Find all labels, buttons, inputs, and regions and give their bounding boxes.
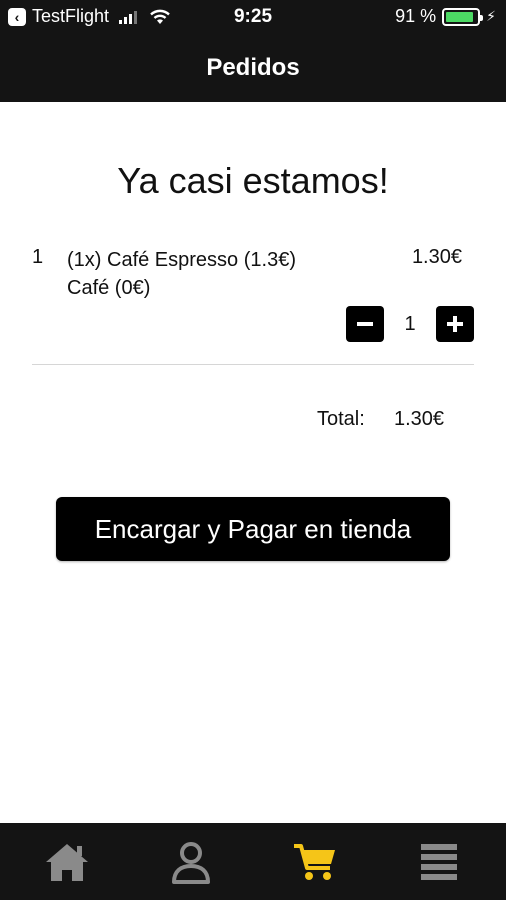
total-value: 1.30€	[394, 408, 445, 430]
increase-quantity-button[interactable]	[436, 306, 474, 342]
charging-icon: ⚡	[486, 8, 496, 24]
item-line-product: (1x) Café Espresso (1.3€)	[67, 249, 296, 271]
tab-home[interactable]	[4, 823, 130, 900]
battery-icon	[442, 7, 484, 26]
tab-cart[interactable]	[252, 823, 378, 900]
battery-percent: 91 %	[395, 6, 437, 26]
item-line-option: Café (0€)	[67, 277, 151, 299]
total-label: Total:	[317, 408, 365, 430]
tab-bar	[0, 823, 506, 900]
status-right: 91 % ⚡	[395, 6, 496, 27]
checkout-heading: Ya casi estamos!	[117, 160, 389, 201]
item-description: (1x) Café Espresso (1.3€) Café (0€)	[67, 246, 296, 302]
status-bar: ‹ TestFlight 9:25 91 % ⚡	[0, 0, 506, 36]
item-number: 1	[32, 246, 44, 268]
tab-profile[interactable]	[128, 823, 254, 900]
item-price: 1.30€	[411, 246, 462, 268]
top-bar: ‹ TestFlight 9:25 91 % ⚡ Pedidos	[0, 0, 506, 102]
user-icon	[172, 841, 210, 884]
tab-menu[interactable]	[376, 823, 502, 900]
order-and-pay-button[interactable]: Encargar y Pagar en tienda	[56, 497, 450, 561]
quantity-stepper: 1	[346, 306, 474, 342]
minus-icon	[357, 322, 373, 326]
cart-icon	[294, 843, 335, 880]
decrease-quantity-button[interactable]	[346, 306, 384, 342]
home-icon	[46, 843, 88, 881]
plus-icon	[447, 316, 463, 332]
divider	[32, 364, 474, 365]
page-title: Pedidos	[206, 54, 300, 81]
quantity-value: 1	[404, 312, 416, 335]
menu-icon	[421, 843, 457, 880]
